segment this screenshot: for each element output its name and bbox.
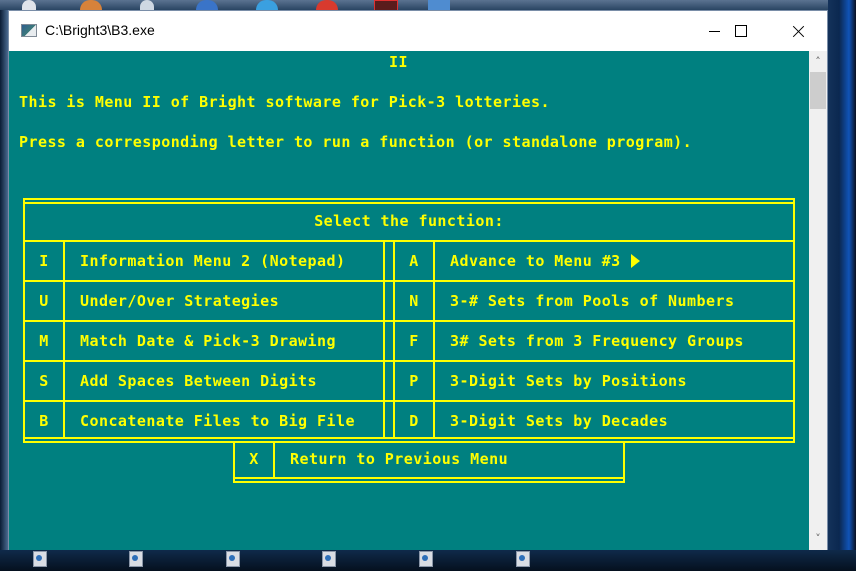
desktop-icon [196, 0, 218, 10]
maximize-icon [735, 25, 747, 37]
menu-key-X[interactable]: X [235, 439, 273, 479]
close-icon [792, 25, 805, 38]
desktop-icon [80, 0, 102, 10]
desktop-icon [316, 0, 338, 10]
scrollbar-thumb[interactable] [810, 72, 826, 109]
column-divider [383, 240, 385, 439]
desktop-icon [256, 0, 278, 10]
box-border [23, 198, 795, 200]
console-area[interactable]: II This is Menu II of Bright software fo… [9, 51, 809, 550]
menu-key-S[interactable]: S [25, 361, 63, 401]
shortcut-icon[interactable] [33, 551, 47, 567]
chevron-up-icon: ˄ [815, 55, 821, 68]
desktop-background-left [0, 10, 8, 550]
menu-key-U[interactable]: U [25, 281, 63, 321]
menu-key-I[interactable]: I [25, 241, 63, 281]
menu-item-sets-by-positions[interactable]: 3-Digit Sets by Positions [435, 361, 793, 401]
menu-item-return-previous[interactable]: Return to Previous Menu [275, 439, 623, 479]
desktop-icon [428, 0, 450, 10]
desktop-background-right [828, 0, 856, 571]
menu-code: II [389, 53, 408, 71]
desktop-icon [140, 0, 154, 10]
title-bar[interactable]: C:\Bright3\B3.exe [9, 11, 827, 51]
box-header: Select the function: [314, 212, 504, 230]
box-border [233, 481, 625, 483]
menu-key-A[interactable]: A [395, 241, 433, 281]
console-window: C:\Bright3\B3.exe II This is Menu II of … [8, 10, 828, 550]
shortcut-icon[interactable] [226, 551, 240, 567]
shortcut-icon[interactable] [419, 551, 433, 567]
window-title: C:\Bright3\B3.exe [45, 22, 155, 38]
shortcut-icon[interactable] [516, 551, 530, 567]
console-app-icon[interactable] [21, 24, 37, 37]
chevron-down-icon: ˅ [815, 532, 821, 545]
menu-item-add-spaces[interactable]: Add Spaces Between Digits [65, 361, 383, 401]
menu-item-concatenate-files[interactable]: Concatenate Files to Big File [65, 401, 383, 441]
menu-item-advance-menu-3[interactable]: Advance to Menu #3 [435, 241, 793, 281]
vertical-scrollbar[interactable]: ˄ ˅ [809, 51, 827, 550]
shortcut-icon[interactable] [322, 551, 336, 567]
instruction-text: Press a corresponding letter to run a fu… [19, 133, 693, 151]
intro-text: This is Menu II of Bright software for P… [19, 93, 550, 111]
menu-item-under-over-strategies[interactable]: Under/Over Strategies [65, 281, 383, 321]
menu-item-pools-of-numbers[interactable]: 3-# Sets from Pools of Numbers [435, 281, 793, 321]
desktop-background-bottom [0, 550, 856, 571]
menu-item-information-menu[interactable]: Information Menu 2 (Notepad) [65, 241, 383, 281]
menu-key-N[interactable]: N [395, 281, 433, 321]
menu-item-sets-by-decades[interactable]: 3-Digit Sets by Decades [435, 401, 793, 441]
desktop-background-top [0, 0, 856, 12]
scroll-up-button[interactable]: ˄ [809, 53, 827, 71]
right-triangle-icon [630, 254, 640, 268]
menu-key-D[interactable]: D [395, 401, 433, 441]
close-button[interactable] [775, 11, 821, 51]
menu-key-F[interactable]: F [395, 321, 433, 361]
scroll-down-button[interactable]: ˅ [809, 530, 827, 548]
maximize-button[interactable] [718, 11, 764, 51]
menu-item-label: Advance to Menu #3 [450, 252, 621, 270]
shortcut-icon[interactable] [129, 551, 143, 567]
desktop-icon [22, 0, 36, 10]
menu-key-B[interactable]: B [25, 401, 63, 441]
menu-item-match-date[interactable]: Match Date & Pick-3 Drawing [65, 321, 383, 361]
menu-item-frequency-groups[interactable]: 3# Sets from 3 Frequency Groups [435, 321, 793, 361]
menu-key-P[interactable]: P [395, 361, 433, 401]
menu-key-M[interactable]: M [25, 321, 63, 361]
